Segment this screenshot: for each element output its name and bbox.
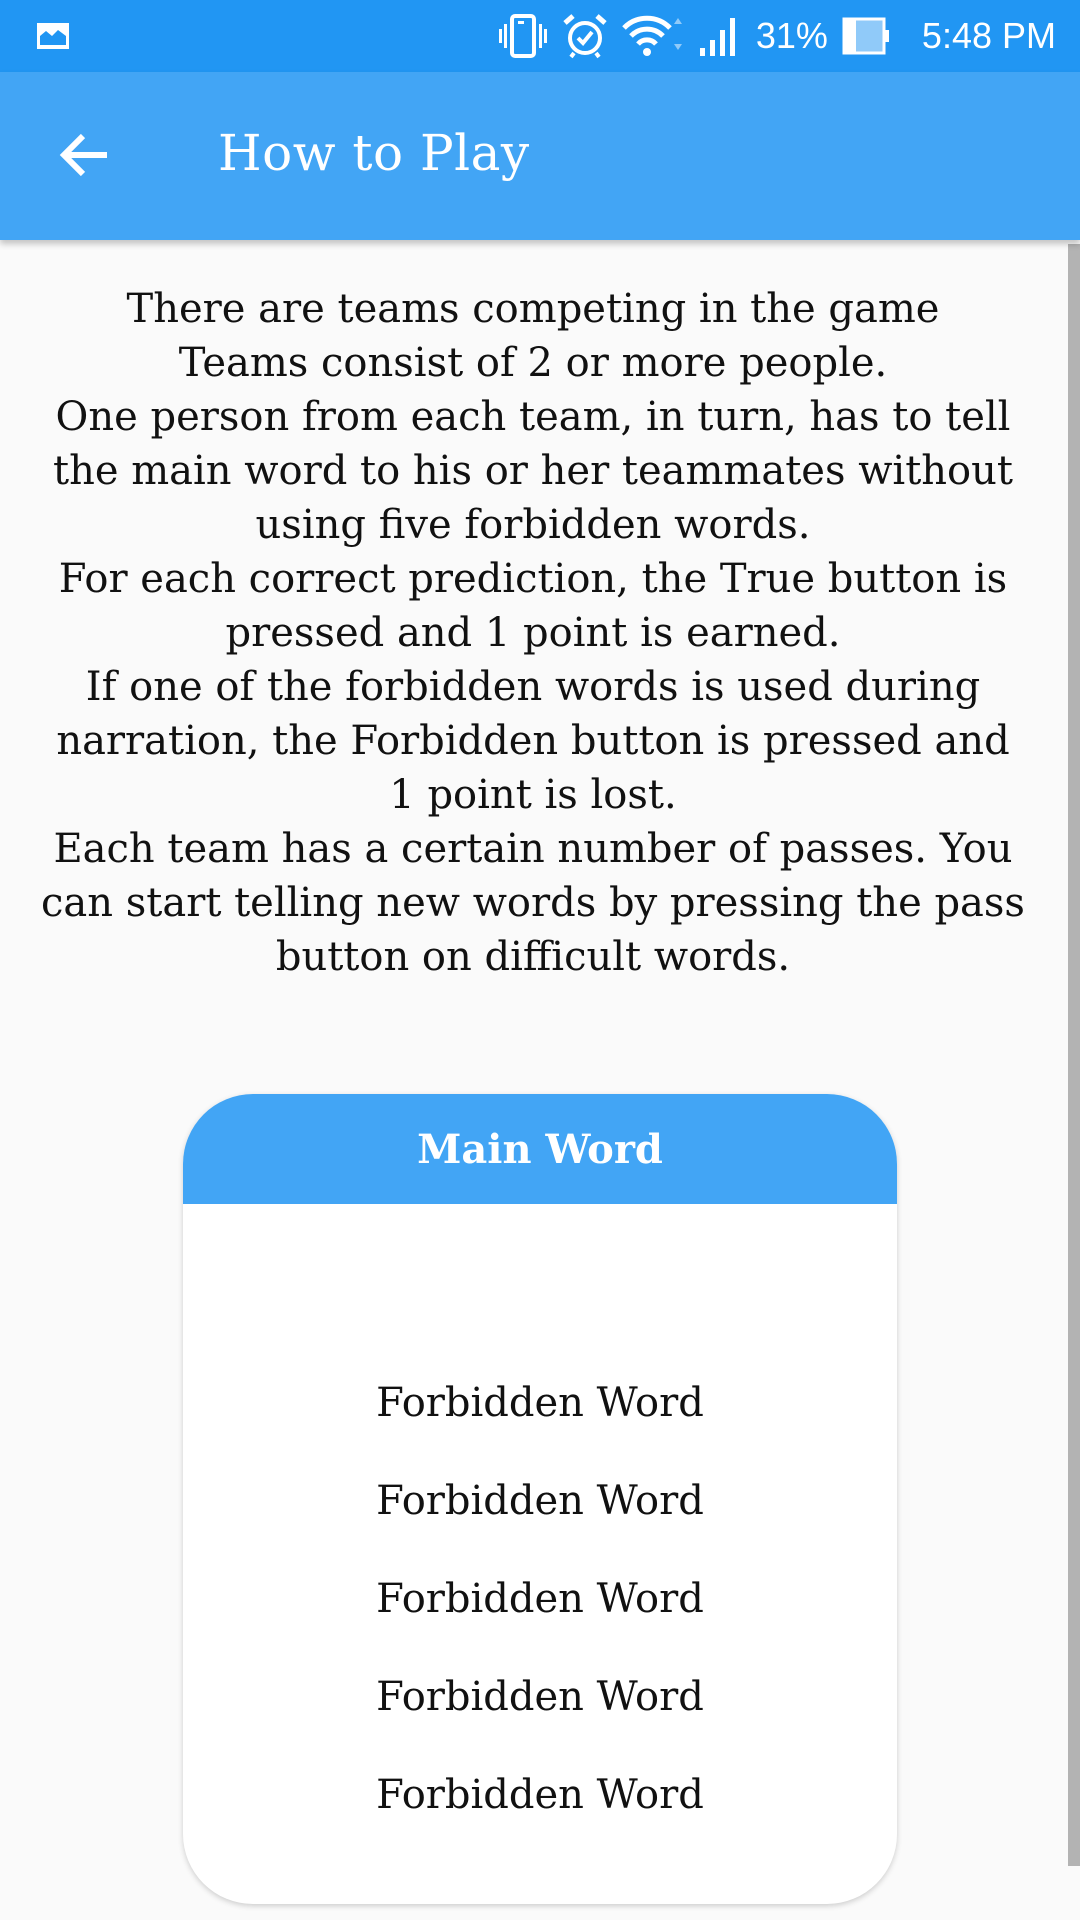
content-area: There are teams competing in the game Te… bbox=[0, 240, 1066, 1920]
alarm-icon bbox=[562, 13, 608, 59]
arrow-left-icon bbox=[59, 132, 111, 182]
instruction-line: For each correct prediction, the True bu… bbox=[58, 556, 1008, 656]
instructions-text: There are teams competing in the game Te… bbox=[40, 282, 1026, 984]
forbidden-word: Forbidden Word bbox=[376, 1576, 704, 1622]
signal-icon bbox=[698, 14, 742, 58]
image-icon bbox=[36, 22, 70, 54]
instruction-line: Each team has a certain number of passes… bbox=[41, 826, 1025, 980]
vibrate-icon bbox=[498, 14, 548, 58]
forbidden-word-list: Forbidden Word Forbidden Word Forbidden … bbox=[183, 1354, 897, 1844]
instruction-line: If one of the forbidden words is used du… bbox=[56, 664, 1010, 818]
battery-percent: 31% bbox=[755, 15, 828, 56]
battery-icon bbox=[842, 16, 892, 56]
app-bar: How to Play bbox=[0, 72, 1080, 240]
wifi-icon bbox=[622, 14, 684, 58]
main-word-header: Main Word bbox=[183, 1094, 897, 1204]
forbidden-word: Forbidden Word bbox=[376, 1674, 704, 1720]
instruction-line: Teams consist of 2 or more people. bbox=[178, 340, 888, 386]
forbidden-word: Forbidden Word bbox=[376, 1380, 704, 1426]
back-button[interactable] bbox=[50, 122, 120, 192]
page-title: How to Play bbox=[218, 124, 530, 182]
example-card: Main Word Forbidden Word Forbidden Word … bbox=[183, 1094, 897, 1904]
instruction-line: There are teams competing in the game bbox=[126, 286, 940, 332]
instruction-line: One person from each team, in turn, has … bbox=[53, 394, 1013, 548]
status-bar: 31% 5:48 PM bbox=[0, 0, 1080, 72]
forbidden-word: Forbidden Word bbox=[376, 1478, 704, 1524]
scrollbar[interactable] bbox=[1068, 244, 1080, 1866]
forbidden-word: Forbidden Word bbox=[376, 1772, 704, 1818]
clock: 5:48 PM bbox=[921, 15, 1056, 56]
